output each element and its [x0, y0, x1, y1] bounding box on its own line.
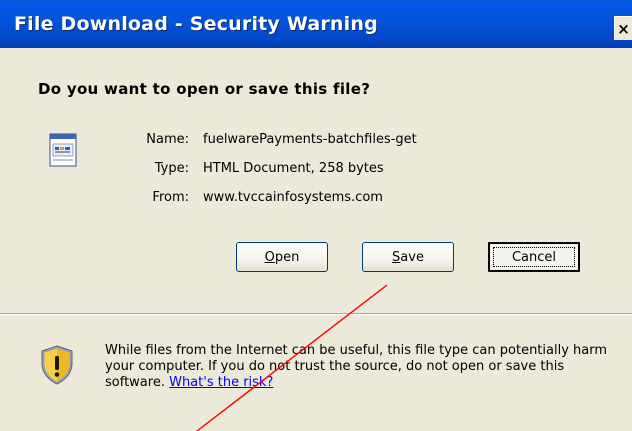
save-button[interactable]: Save: [362, 242, 454, 272]
file-source-value: www.tvccainfosystems.com: [203, 190, 383, 205]
close-button[interactable]: ×: [614, 16, 632, 40]
download-question: Do you want to open or save this file?: [38, 80, 371, 98]
whats-the-risk-link[interactable]: What's the risk?: [169, 375, 273, 390]
save-button-label: Save: [392, 249, 424, 265]
file-type-label: Type:: [154, 161, 189, 176]
open-button-label: Open: [264, 249, 300, 265]
window-title: File Download - Security Warning: [14, 13, 378, 35]
file-source-row: From: www.tvccainfosystems.com: [0, 190, 632, 208]
close-icon: ×: [617, 19, 630, 38]
separator-highlight: [0, 314, 632, 315]
file-type-row: Type: HTML Document, 258 bytes: [0, 161, 632, 179]
file-name-value: fuelwarePayments-batchfiles-get: [203, 132, 417, 147]
file-name-row: Name: fuelwarePayments-batchfiles-get: [0, 132, 632, 150]
shield-warning-icon: [41, 345, 73, 385]
open-button[interactable]: Open: [236, 242, 328, 272]
security-warning-text: While files from the Internet can be use…: [105, 343, 625, 391]
focus-ring: [493, 247, 575, 267]
file-type-value: HTML Document, 258 bytes: [203, 161, 384, 176]
file-download-dialog: File Download - Security Warning × Do yo…: [0, 0, 632, 431]
cancel-button[interactable]: Cancel: [488, 242, 580, 272]
file-name-label: Name:: [146, 132, 189, 147]
file-source-label: From:: [152, 190, 189, 205]
title-bar[interactable]: File Download - Security Warning ×: [0, 0, 632, 48]
